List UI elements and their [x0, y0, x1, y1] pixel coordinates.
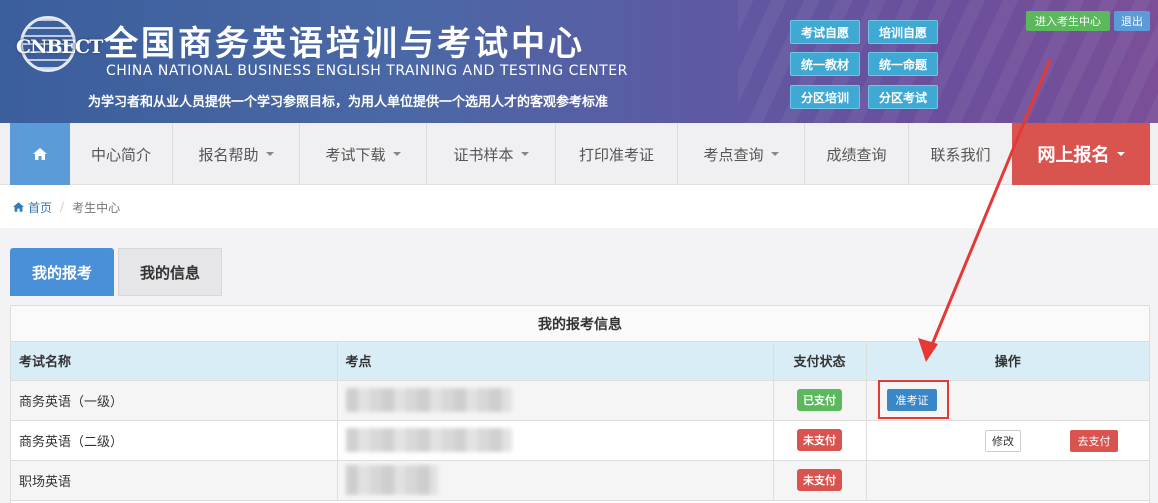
- go-pay-button[interactable]: 去支付: [1070, 430, 1118, 452]
- nav-label: 报名帮助: [198, 145, 259, 164]
- payment-status-cell: 已支付: [773, 380, 867, 421]
- quick-link-exam-voluntary[interactable]: 考试自愿: [790, 20, 860, 44]
- enter-candidate-center-button[interactable]: 进入考生中心: [1026, 11, 1110, 31]
- redacted-site: [345, 465, 438, 495]
- logo-text: CNBECT: [16, 36, 103, 58]
- nav-label: 考试下载: [325, 145, 386, 164]
- breadcrumb-home-link[interactable]: 首页: [28, 199, 52, 216]
- payment-status-cell: 未支付: [773, 420, 867, 461]
- table-row: 商务英语（一级） 已支付: [11, 380, 1149, 421]
- exam-name-cell: 商务英语（一级）: [11, 380, 338, 421]
- exam-site-cell: [337, 460, 774, 501]
- logout-button[interactable]: 退出: [1114, 11, 1150, 31]
- nav-item-site-query[interactable]: 考点查询: [678, 123, 805, 185]
- exam-name-cell: 商务英语（二级）: [11, 420, 338, 461]
- nav-item-score-query[interactable]: 成绩查询: [805, 123, 909, 185]
- exam-site-cell: [337, 420, 774, 461]
- registration-panel: 我的报考信息 考试名称 考点 支付状态 操作 商务英语（一级） 已支付 商务英语…: [10, 305, 1150, 503]
- quick-link-regional-training[interactable]: 分区培训: [790, 85, 860, 109]
- nav-item-certificate-sample[interactable]: 证书样本: [427, 123, 556, 185]
- panel-title: 我的报考信息: [11, 306, 1149, 342]
- main-nav: 中心简介 报名帮助 考试下载 证书样本 打印准考证 考点查询 成绩查询 联系我们…: [0, 123, 1158, 185]
- site-banner: CNBECT 全国商务英语培训与考试中心 CHINA NATIONAL BUSI…: [0, 0, 1158, 123]
- caret-down-icon: [392, 152, 401, 156]
- nav-home[interactable]: [10, 123, 70, 185]
- site-title-cn: 全国商务英语培训与考试中心: [104, 24, 585, 64]
- nav-label: 考点查询: [703, 145, 764, 164]
- caret-down-icon: [520, 152, 529, 156]
- registration-table: 考试名称 考点 支付状态 操作 商务英语（一级） 已支付 商务英语（二级） 未支…: [11, 342, 1149, 501]
- table-header-row: 考试名称 考点 支付状态 操作: [11, 342, 1149, 381]
- tab-my-info[interactable]: 我的信息: [118, 248, 222, 296]
- nav-label: 联系我们: [930, 145, 991, 164]
- actions-cell: [866, 460, 1149, 501]
- tab-my-registrations[interactable]: 我的报考: [10, 248, 114, 296]
- annotation-highlight-box: [878, 380, 949, 419]
- nav-label: 打印准考证: [578, 145, 654, 164]
- status-badge: 未支付: [797, 469, 842, 491]
- quick-link-unified-exam[interactable]: 统一命题: [868, 52, 938, 76]
- table-row: 职场英语 未支付: [11, 460, 1149, 501]
- nav-label: 成绩查询: [826, 145, 887, 164]
- nav-item-about[interactable]: 中心简介: [70, 123, 173, 185]
- redacted-site: [345, 388, 512, 412]
- exam-name-cell: 职场英语: [11, 460, 338, 501]
- column-header-actions: 操作: [866, 342, 1149, 381]
- nav-register-label: 网上报名: [1037, 145, 1110, 166]
- nav-item-print-admission[interactable]: 打印准考证: [556, 123, 678, 185]
- quick-link-regional-exam[interactable]: 分区考试: [868, 85, 938, 109]
- modify-button[interactable]: 修改: [985, 430, 1021, 452]
- nav-label: 证书样本: [453, 145, 514, 164]
- nav-item-register-help[interactable]: 报名帮助: [173, 123, 300, 185]
- redacted-site: [345, 428, 512, 452]
- home-icon: [33, 148, 47, 160]
- caret-down-icon: [265, 152, 274, 156]
- breadcrumb-current: 考生中心: [72, 200, 121, 215]
- nav-online-register[interactable]: 网上报名: [1012, 123, 1150, 185]
- nav-item-contact[interactable]: 联系我们: [909, 123, 1012, 185]
- status-badge: 未支付: [797, 429, 842, 451]
- caret-down-icon: [770, 152, 779, 156]
- quick-link-training-voluntary[interactable]: 培训自愿: [868, 20, 938, 44]
- breadcrumb-separator: /: [60, 200, 65, 214]
- payment-status-cell: 未支付: [773, 460, 867, 501]
- exam-site-cell: [337, 380, 774, 421]
- site-title-en: CHINA NATIONAL BUSINESS ENGLISH TRAINING…: [106, 63, 628, 79]
- nav-label: 中心简介: [90, 145, 151, 164]
- status-badge: 已支付: [797, 389, 842, 411]
- quick-link-unified-textbook[interactable]: 统一教材: [790, 52, 860, 76]
- column-header-exam: 考试名称: [11, 342, 338, 381]
- home-icon: [13, 202, 24, 212]
- caret-down-icon: [1116, 152, 1125, 156]
- column-header-payment: 支付状态: [773, 342, 867, 381]
- table-row: 商务英语（二级） 未支付: [11, 420, 1149, 461]
- column-header-site: 考点: [337, 342, 774, 381]
- cnbect-logo[interactable]: CNBECT: [14, 14, 103, 80]
- nav-item-exam-download[interactable]: 考试下载: [300, 123, 427, 185]
- site-slogan: 为学习者和从业人员提供一个学习参照目标，为用人单位提供一个选用人才的客观参考标准: [88, 95, 609, 110]
- breadcrumb: 首页 / 考生中心: [0, 186, 1158, 228]
